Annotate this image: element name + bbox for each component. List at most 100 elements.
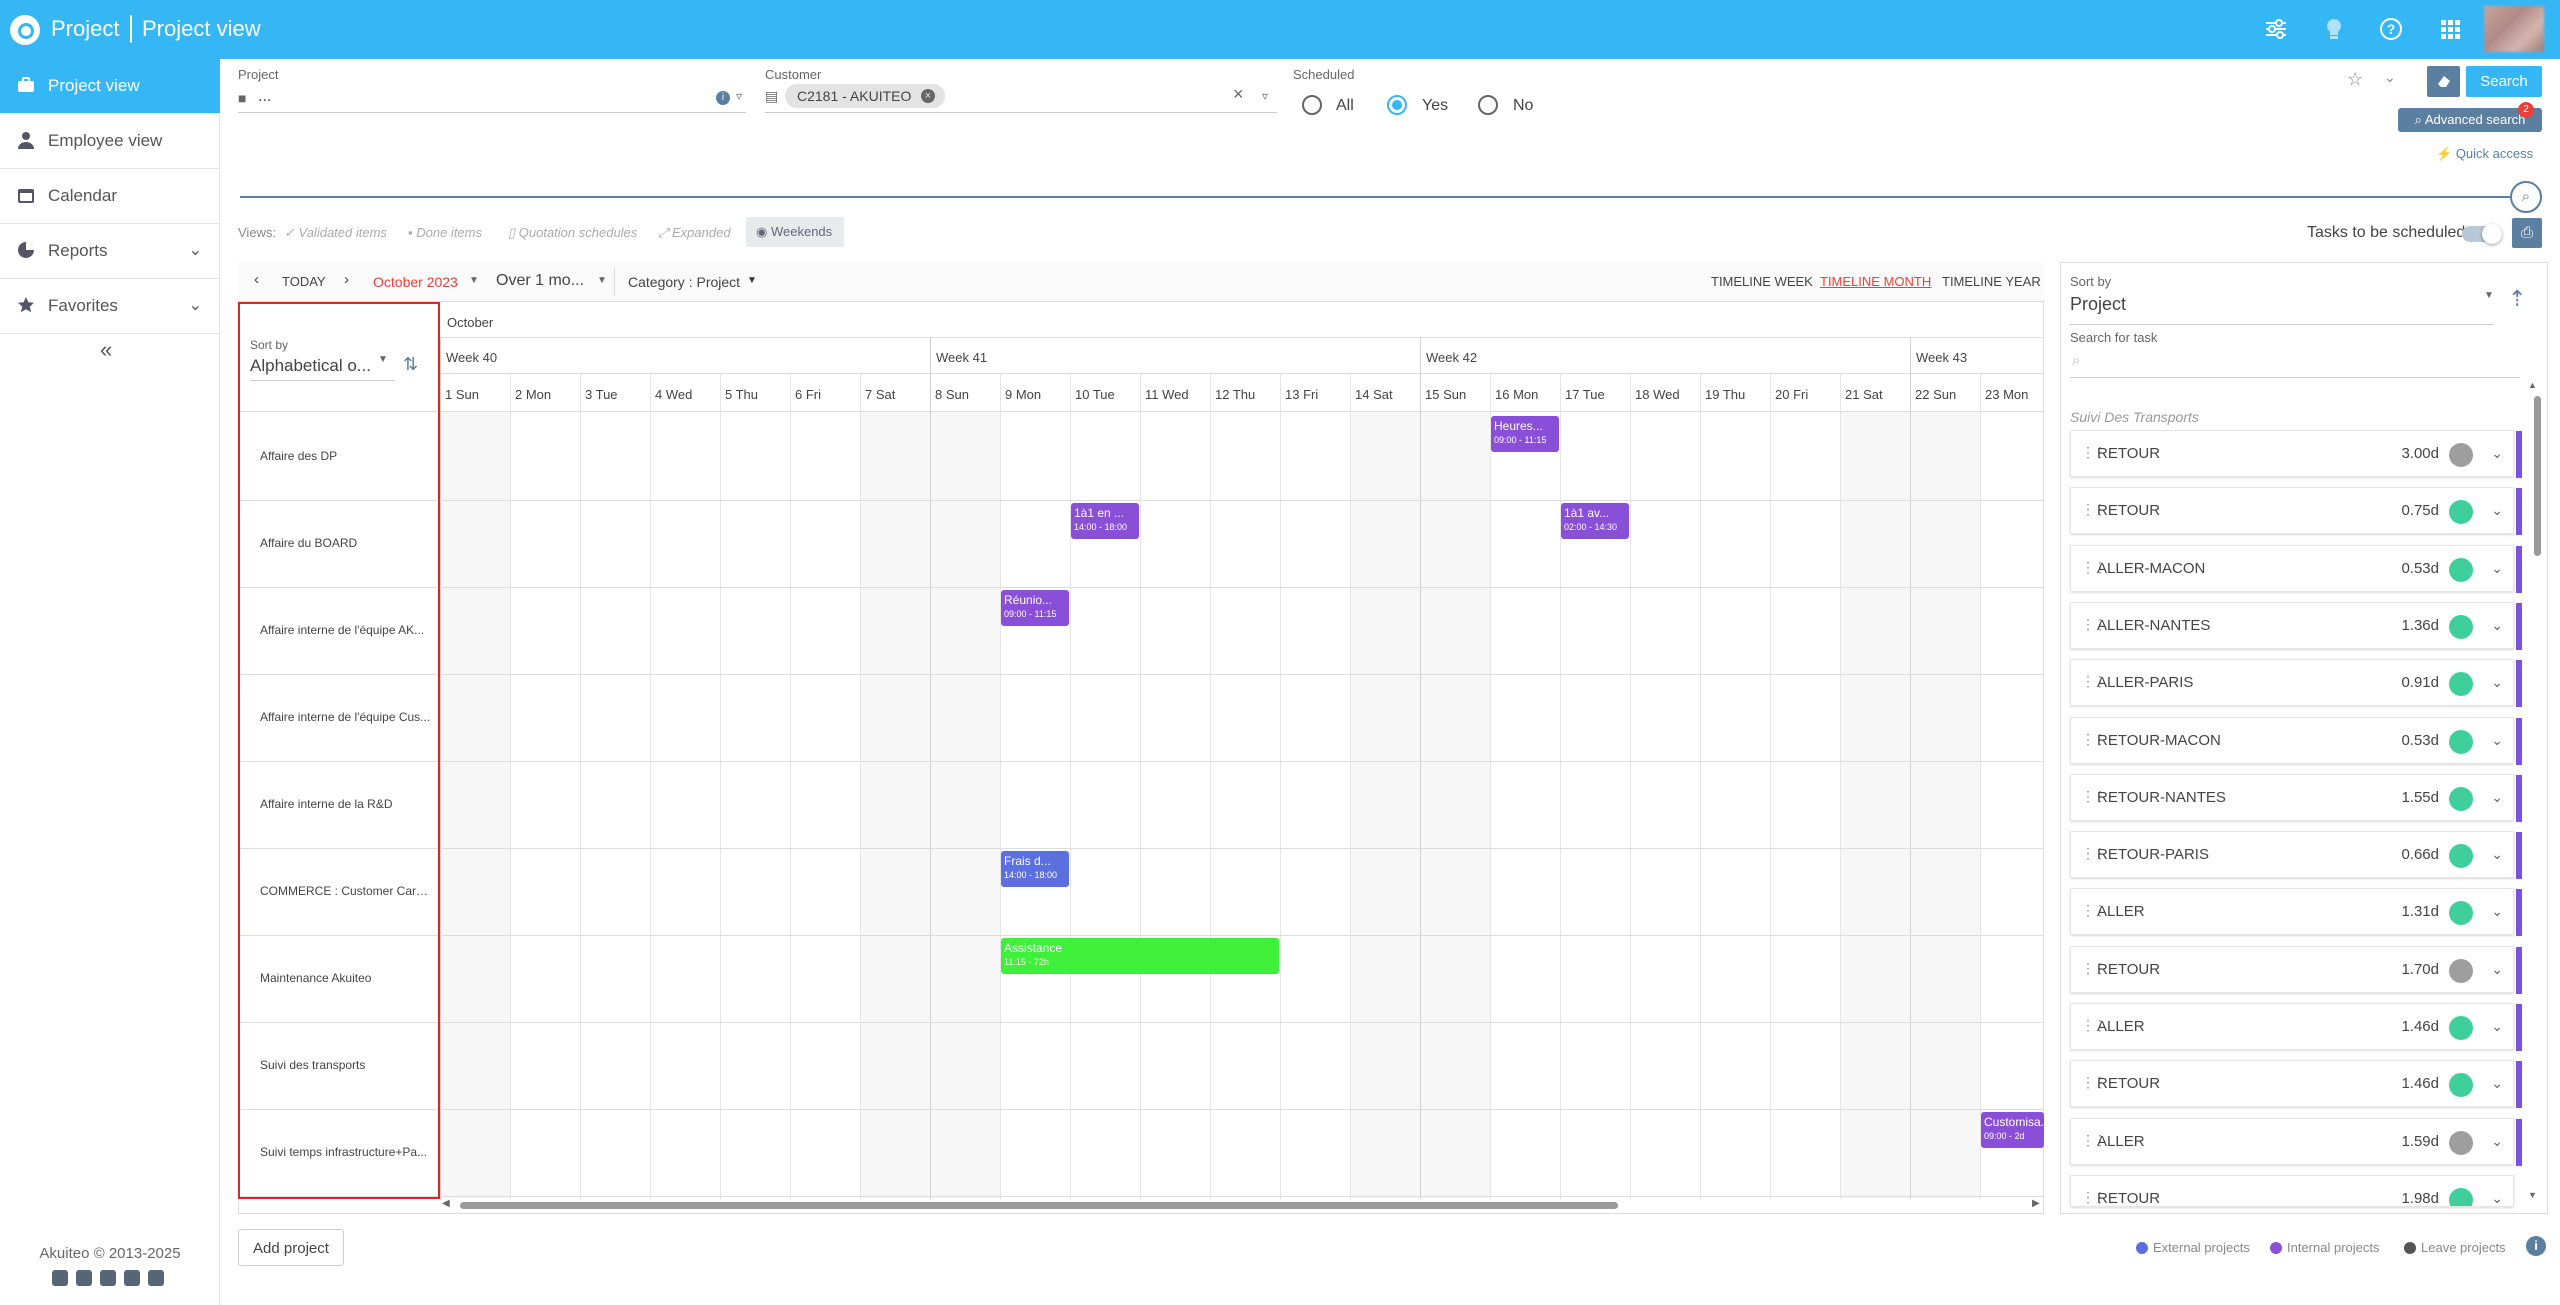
task-card[interactable]: ⋮⋮ RETOUR-MACON 0.53d ⌄ xyxy=(2070,716,2522,765)
collapse-sidebar-icon[interactable]: « xyxy=(100,337,112,363)
chevron-down-icon[interactable]: ⌄ xyxy=(2491,674,2503,691)
info-icon[interactable]: i xyxy=(716,91,730,105)
chevron-down-icon[interactable]: ⌄ xyxy=(2491,502,2503,519)
lightbulb-icon[interactable] xyxy=(2320,16,2348,44)
scroll-right-icon[interactable]: ▶ xyxy=(2032,1198,2040,1209)
sidebar-item-calendar[interactable]: Calendar xyxy=(0,169,220,224)
help-icon[interactable]: ? xyxy=(2377,16,2405,44)
sidebar-item-reports[interactable]: Reports ⌄ xyxy=(0,224,220,279)
next-period-icon[interactable]: › xyxy=(344,271,349,288)
view-expanded[interactable]: ⤢ Expanded xyxy=(658,225,731,241)
task-card[interactable]: ⋮⋮ RETOUR 1.98d ⌄ xyxy=(2070,1174,2514,1207)
add-project-button[interactable]: Add project xyxy=(238,1229,344,1266)
tasks-sort-selector[interactable]: Project xyxy=(2070,294,2126,315)
dropdown-arrow-icon[interactable]: ▼ xyxy=(2484,290,2494,301)
schedule-event[interactable]: Customisa... 09:00 - 2d xyxy=(1981,1112,2044,1148)
task-card[interactable]: ⋮⋮ ALLER 1.59d ⌄ xyxy=(2070,1117,2522,1166)
scroll-up-icon[interactable]: ▲ xyxy=(2528,380,2537,390)
today-button[interactable]: TODAY xyxy=(282,274,326,289)
view-validated-items[interactable]: ✓ Validated items xyxy=(284,225,387,241)
timeline-week-button[interactable]: TIMELINE WEEK xyxy=(1711,274,1813,289)
scheduled-yes-radio[interactable] xyxy=(1387,95,1407,115)
zoom-search-icon[interactable]: ⌕ xyxy=(2510,181,2542,213)
facebook-icon[interactable] xyxy=(124,1270,140,1286)
schedule-event[interactable]: 1à1 av... 02:00 - 14:30 xyxy=(1561,503,1629,539)
schedule-event[interactable]: Assistance 11:15 - 72h xyxy=(1001,938,1279,974)
task-card[interactable]: ⋮⋮ ALLER-NANTES 1.36d ⌄ xyxy=(2070,601,2522,650)
schedule-event[interactable]: 1à1 en ... 14:00 - 18:00 xyxy=(1071,503,1139,539)
chevron-down-icon[interactable]: ⌄ xyxy=(2491,1018,2503,1035)
chevron-down-icon[interactable]: ⌄ xyxy=(2491,846,2503,863)
dropdown-arrow-icon[interactable]: ▼ xyxy=(469,275,479,286)
schedule-event[interactable]: Frais d... 14:00 - 18:00 xyxy=(1001,851,1069,887)
scheduled-no-radio[interactable] xyxy=(1478,95,1498,115)
chevron-down-icon[interactable]: ⌄ xyxy=(2491,961,2503,978)
schedule-event[interactable]: Heures... 09:00 - 11:15 xyxy=(1491,416,1559,452)
chevron-down-icon[interactable]: ⌄ xyxy=(2491,903,2503,920)
previous-period-icon[interactable]: ‹ xyxy=(254,271,259,288)
task-card[interactable]: ⋮⋮ ALLER-MACON 0.53d ⌄ xyxy=(2070,544,2522,593)
task-card[interactable]: ⋮⋮ ALLER 1.46d ⌄ xyxy=(2070,1003,2522,1051)
scrollbar-thumb[interactable] xyxy=(460,1202,1618,1209)
chart-social-icon[interactable] xyxy=(52,1270,68,1286)
period-selector[interactable]: Over 1 mo... xyxy=(496,272,584,290)
chevron-down-icon[interactable]: ⌄ xyxy=(2491,1133,2503,1150)
chevron-down-icon[interactable]: ⌄ xyxy=(2491,789,2503,806)
task-card[interactable]: ⋮⋮ RETOUR-PARIS 0.66d ⌄ xyxy=(2070,831,2522,880)
chevron-down-icon[interactable]: ⌄ xyxy=(2491,1075,2503,1092)
remove-chip-icon[interactable]: × xyxy=(921,89,935,103)
app-logo-icon[interactable] xyxy=(10,15,40,45)
scroll-left-icon[interactable]: ◀ xyxy=(442,1198,450,1209)
task-card[interactable]: ⋮⋮ RETOUR-NANTES 1.55d ⌄ xyxy=(2070,773,2522,822)
info-icon[interactable]: i xyxy=(2526,1236,2546,1256)
search-button[interactable]: Search xyxy=(2466,66,2542,97)
sidebar-item-favorites[interactable]: Favorites ⌄ xyxy=(0,279,220,334)
sidebar-item-project-view[interactable]: Project view xyxy=(0,59,220,114)
clear-icon[interactable]: × xyxy=(1233,84,1244,105)
tasks-to-schedule-toggle[interactable] xyxy=(2462,224,2502,244)
view-done-items[interactable]: ▪ Done items xyxy=(408,225,482,240)
dropdown-arrow-icon[interactable]: ▿ xyxy=(1262,89,1268,103)
timeline-month-button[interactable]: TIMELINE MONTH xyxy=(1820,274,1931,289)
task-card[interactable]: ⋮⋮ RETOUR 1.46d ⌄ xyxy=(2070,1060,2522,1109)
settings-sliders-icon[interactable] xyxy=(2262,16,2290,44)
horizontal-scrollbar[interactable] xyxy=(456,1200,2046,1210)
dropdown-arrow-icon[interactable]: ▼ xyxy=(597,275,607,286)
print-button[interactable]: ⎙ xyxy=(2512,218,2542,248)
sidebar-item-employee-view[interactable]: Employee view xyxy=(0,114,220,169)
task-card[interactable]: ⋮⋮ ALLER-PARIS 0.91d ⌄ xyxy=(2070,659,2522,708)
category-selector[interactable]: Category : Project xyxy=(628,274,740,290)
project-filter-value[interactable]: ... xyxy=(258,88,271,106)
dropdown-arrow-icon[interactable]: ▼ xyxy=(747,275,757,286)
quick-access-link[interactable]: ⚡ Quick access xyxy=(2436,146,2533,162)
sort-ascending-icon[interactable]: ⇡ xyxy=(2508,286,2526,312)
erase-filters-button[interactable] xyxy=(2427,66,2460,97)
apps-grid-icon[interactable] xyxy=(2436,16,2464,44)
chevron-down-icon[interactable]: ⌄ xyxy=(2384,69,2396,86)
task-card[interactable]: ⋮⋮ RETOUR 3.00d ⌄ xyxy=(2070,430,2522,478)
chevron-down-icon[interactable]: ⌄ xyxy=(2491,1190,2503,1206)
task-card[interactable]: ⋮⋮ RETOUR 1.70d ⌄ xyxy=(2070,945,2522,994)
task-card[interactable]: ⋮⋮ ALLER 1.31d ⌄ xyxy=(2070,888,2522,937)
chevron-down-icon[interactable]: ⌄ xyxy=(2491,445,2503,462)
dropdown-arrow-icon[interactable]: ▿ xyxy=(736,89,742,103)
task-search-input[interactable] xyxy=(2070,377,2520,378)
favorite-star-icon[interactable]: ☆ xyxy=(2347,69,2363,90)
task-card[interactable]: ⋮⋮ RETOUR 0.75d ⌄ xyxy=(2070,487,2522,536)
schedule-event[interactable]: Réunio... 09:00 - 11:15 xyxy=(1001,590,1069,626)
chevron-down-icon[interactable]: ⌄ xyxy=(2491,732,2503,749)
chevron-down-icon[interactable]: ⌄ xyxy=(2491,560,2503,577)
instagram-icon[interactable] xyxy=(148,1270,164,1286)
view-weekends-toggle[interactable]: ◉ Weekends xyxy=(746,217,844,247)
customer-chip[interactable]: C2181 - AKUITEO × xyxy=(785,84,945,108)
scrollbar-thumb[interactable] xyxy=(2534,396,2541,556)
scheduled-all-radio[interactable] xyxy=(1302,95,1322,115)
user-avatar[interactable] xyxy=(2484,6,2544,52)
view-quotation-schedules[interactable]: ▯ Quotation schedules xyxy=(508,225,637,241)
scroll-down-icon[interactable]: ▼ xyxy=(2528,1190,2537,1200)
chevron-down-icon[interactable]: ⌄ xyxy=(2491,617,2503,634)
bluesky-icon[interactable] xyxy=(76,1270,92,1286)
linkedin-icon[interactable] xyxy=(100,1270,116,1286)
tasks-scrollbar[interactable] xyxy=(2532,383,2542,1203)
month-selector[interactable]: October 2023 xyxy=(373,274,458,290)
